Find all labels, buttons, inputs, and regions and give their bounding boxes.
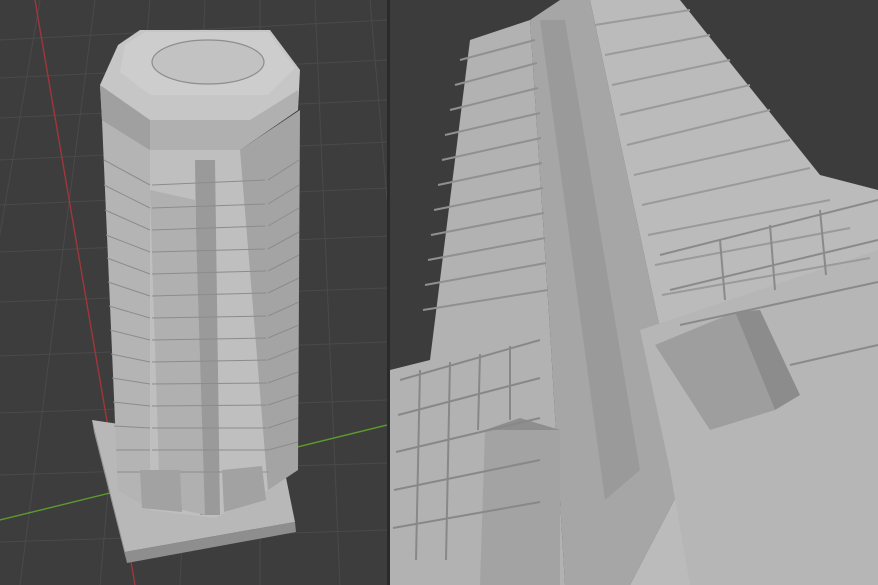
left-viewport-canvas xyxy=(0,0,387,585)
right-3d-viewport[interactable] xyxy=(390,0,878,585)
skyscraper-model xyxy=(92,30,300,563)
left-3d-viewport[interactable] xyxy=(0,0,387,585)
closeup-skyscraper-model xyxy=(390,0,878,585)
right-viewport-canvas xyxy=(390,0,878,585)
app-window xyxy=(0,0,878,585)
